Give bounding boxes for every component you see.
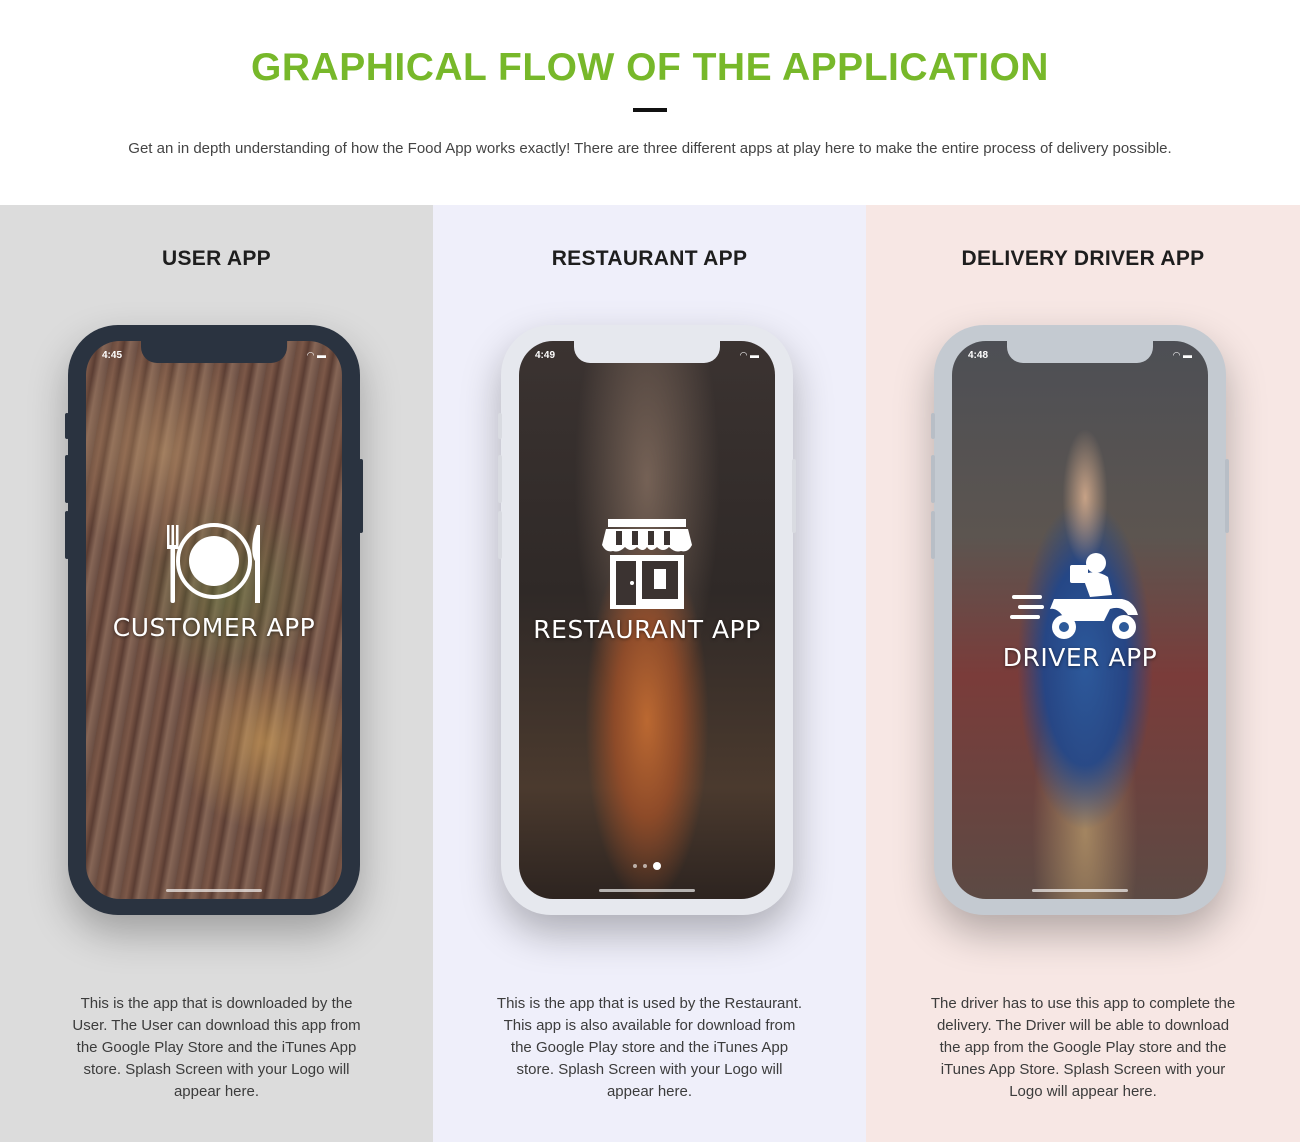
phone-mute-switch — [498, 413, 502, 439]
status-time: 4:48 — [968, 350, 989, 361]
section-header: GRAPHICAL FLOW OF THE APPLICATION Get an… — [0, 0, 1300, 205]
user-app-screen-title: CUSTOMER APP — [112, 613, 316, 642]
driver-app-phone-mockup: 4:48 ◠ ▬ DRIVER APP — [931, 325, 1229, 915]
storefront-icon — [519, 517, 775, 616]
driver-app-description: The driver has to use this app to comple… — [930, 995, 1236, 1100]
driver-app-screen-title: DRIVER APP — [1002, 643, 1158, 672]
home-indicator — [599, 889, 695, 892]
phone-notch — [1007, 341, 1153, 363]
phone-volume-down-button — [931, 511, 935, 559]
phone-notch — [574, 341, 720, 363]
title-divider — [633, 108, 667, 112]
user-app-column: USER APP 4:45 ◠ ▬ CUSTOMER APP This is t… — [0, 205, 433, 1142]
restaurant-app-phone-mockup: 4:49 ◠ ▬ RESTAURANT APP — [498, 325, 796, 915]
user-app-splash-screen: 4:45 ◠ ▬ CUSTOMER APP — [86, 341, 342, 899]
delivery-scooter-icon — [952, 551, 1208, 648]
carousel-dot[interactable] — [643, 863, 647, 868]
carousel-dots[interactable] — [519, 857, 775, 875]
wifi-battery-icon: ◠ ▬ — [739, 350, 759, 360]
carousel-dot[interactable] — [633, 863, 637, 868]
phone-volume-up-button — [65, 455, 69, 503]
home-indicator — [166, 889, 262, 892]
restaurant-app-splash-screen: 4:49 ◠ ▬ RESTAURANT APP — [519, 341, 775, 899]
phone-power-button — [1225, 459, 1229, 533]
phone-volume-up-button — [931, 455, 935, 503]
driver-app-heading: DELIVERY DRIVER APP — [961, 247, 1205, 270]
carousel-dot-active[interactable] — [653, 861, 661, 870]
restaurant-app-column: RESTAURANT APP 4:49 ◠ ▬ RESTAURANT APP T… — [433, 205, 866, 1142]
phone-mute-switch — [931, 413, 935, 439]
phone-volume-down-button — [65, 511, 69, 559]
user-app-phone-mockup: 4:45 ◠ ▬ CUSTOMER APP — [65, 325, 363, 915]
restaurant-app-heading: RESTAURANT APP — [551, 247, 748, 270]
home-indicator — [1032, 889, 1128, 892]
restaurant-app-screen-title: RESTAURANT APP — [533, 615, 761, 644]
user-app-description: This is the app that is downloaded by th… — [72, 995, 361, 1100]
wifi-battery-icon: ◠ ▬ — [306, 350, 326, 360]
phone-mute-switch — [65, 413, 69, 439]
wifi-battery-icon: ◠ ▬ — [1172, 350, 1192, 360]
phone-volume-down-button — [498, 511, 502, 559]
page-title: GRAPHICAL FLOW OF THE APPLICATION — [251, 46, 1049, 89]
status-time: 4:49 — [535, 350, 556, 361]
phone-volume-up-button — [498, 455, 502, 503]
phone-notch — [141, 341, 287, 363]
driver-app-splash-screen: 4:48 ◠ ▬ DRIVER APP — [952, 341, 1208, 899]
restaurant-app-description: This is the app that is used by the Rest… — [496, 995, 803, 1100]
phone-power-button — [359, 459, 363, 533]
page-subtitle: Get an in depth understanding of how the… — [128, 140, 1172, 157]
phone-power-button — [792, 459, 796, 533]
driver-app-column: DELIVERY DRIVER APP 4:48 ◠ ▬ DRIVER APP … — [866, 205, 1300, 1142]
user-app-heading: USER APP — [162, 247, 271, 270]
plate-fork-knife-icon — [86, 521, 342, 610]
status-time: 4:45 — [102, 350, 123, 361]
